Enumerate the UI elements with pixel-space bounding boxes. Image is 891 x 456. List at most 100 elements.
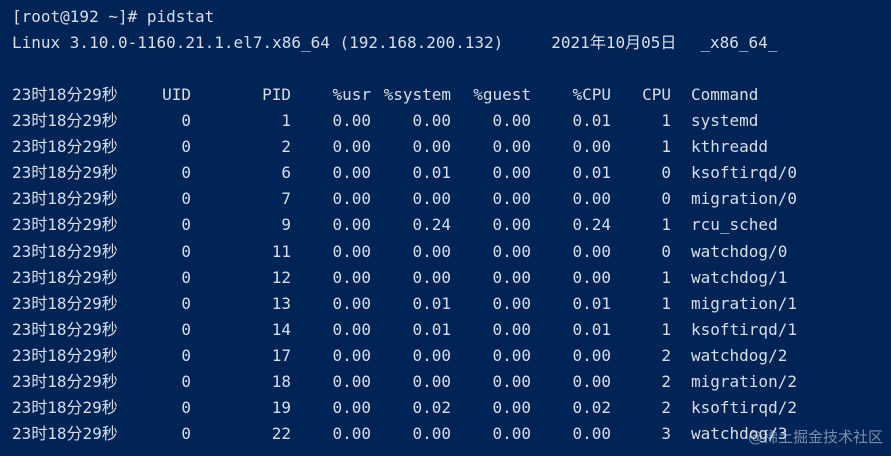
cell-system: 0.00 [412, 241, 451, 261]
cell-cpu: 1 [661, 215, 671, 235]
cell-usr: 0.00 [332, 345, 371, 365]
cell-guest: 0.00 [492, 372, 531, 391]
cell-command: migration/1 [691, 293, 797, 313]
cell-command: systemd [691, 111, 759, 130]
cell-pid: 2 [281, 137, 291, 157]
cell-usr: 0.00 [332, 424, 371, 444]
cell-uid: 0 [181, 163, 191, 183]
cell-pid: 22 [271, 424, 291, 444]
cell-command: watchdog/2 [691, 345, 788, 365]
kernel-info: Linux 3.10.0-1160.21.1.el7.x86_64 (192.1… [12, 33, 504, 52]
cell-guest: 0.00 [492, 398, 531, 418]
architecture: _x86_64_ [700, 33, 778, 52]
table-row: 23时18分29秒 0 13 0.00 0.01 0.00 0.01 1 migration/1 [0, 291, 891, 317]
cell-guest: 0.00 [492, 215, 531, 235]
cell-command: migration/2 [691, 372, 797, 391]
cell-cpu: 0 [661, 189, 671, 209]
cell-command: ksoftirqd/2 [691, 398, 797, 418]
header-guest: %guest [473, 85, 531, 104]
header-uid: UID [162, 85, 191, 104]
system-info-line: Linux 3.10.0-1160.21.1.el7.x86_64 (192.1… [12, 30, 777, 56]
cell-pid: 7 [281, 189, 291, 209]
cell-cpu: 1 [661, 319, 671, 339]
cell-uid: 0 [181, 267, 191, 287]
cell-system: 0.01 [412, 163, 451, 183]
cell-command: ksoftirqd/0 [691, 163, 797, 183]
cell-uid: 0 [181, 398, 191, 418]
cell-guest: 0.00 [492, 163, 531, 183]
table-row: 23时18分29秒 0 6 0.00 0.01 0.00 0.01 0 ksoftirqd/0 [0, 160, 891, 186]
terminal-window[interactable]: [root@192 ~]# pidstat Linux 3.10.0-1160.… [0, 0, 891, 456]
cell-command: migration/0 [691, 189, 797, 209]
table-row: 23时18分29秒 0 1 0.00 0.00 0.00 0.01 1 systemd [0, 108, 891, 134]
cell-system: 0.00 [412, 267, 451, 287]
cell-pid: 12 [271, 267, 291, 287]
cell-guest: 0.00 [492, 424, 531, 444]
cell-command: watchdog/0 [691, 241, 788, 261]
cell-time: 23时18分29秒 [12, 111, 118, 130]
table-row: 23时18分29秒 0 7 0.00 0.00 0.00 0.00 0 migration/0 [0, 186, 891, 212]
cell-system: 0.01 [412, 319, 451, 339]
cell-command: watchdog/1 [691, 267, 788, 287]
cell-guest: 0.00 [492, 267, 531, 287]
header-cpu-percent: %CPU [572, 85, 611, 104]
cell-guest: 0.00 [492, 319, 531, 339]
cell-cpu: 0 [661, 241, 671, 261]
cell-system: 0.02 [412, 398, 451, 418]
cell-command: rcu_sched [691, 215, 778, 235]
cell-guest: 0.00 [492, 189, 531, 209]
cell-usr: 0.00 [332, 398, 371, 418]
cell-time: 23时18分29秒 [12, 398, 118, 418]
cell-uid: 0 [181, 189, 191, 209]
cell-time: 23时18分29秒 [12, 345, 118, 365]
cell-cpu: 2 [661, 372, 671, 391]
cell-cpu: 1 [661, 111, 671, 130]
cell-guest: 0.00 [492, 345, 531, 365]
table-header: 23时18分29秒 UID PID %usr %system %guest %C… [0, 82, 891, 108]
cell-pid: 13 [271, 293, 291, 313]
cell-time: 23时18分29秒 [12, 241, 118, 261]
table-row: 23时18分29秒 0 2 0.00 0.00 0.00 0.00 1 kthreadd [0, 134, 891, 160]
cell-uid: 0 [181, 372, 191, 391]
shell-prompt-line: [root@192 ~]# pidstat [12, 7, 215, 26]
cell-guest: 0.00 [492, 241, 531, 261]
cell-cpu-percent: 0.00 [572, 241, 611, 261]
cell-uid: 0 [181, 241, 191, 261]
cell-guest: 0.00 [492, 137, 531, 157]
header-usr: %usr [332, 85, 371, 104]
cell-command: ksoftirqd/1 [691, 319, 797, 339]
cell-uid: 0 [181, 215, 191, 235]
cell-pid: 18 [271, 372, 291, 391]
cell-usr: 0.00 [332, 189, 371, 209]
cell-time: 23时18分29秒 [12, 163, 118, 183]
cell-cpu: 2 [661, 345, 671, 365]
cell-pid: 19 [271, 398, 291, 418]
cell-uid: 0 [181, 137, 191, 157]
table-row: 23时18分29秒 0 17 0.00 0.00 0.00 0.00 2 watchdog/2 [0, 343, 891, 369]
cell-guest: 0.00 [492, 111, 531, 130]
cell-pid: 11 [271, 241, 291, 261]
cell-pid: 14 [271, 319, 291, 339]
cell-usr: 0.00 [332, 215, 371, 235]
cell-cpu-percent: 0.00 [572, 267, 611, 287]
cell-command: kthreadd [691, 137, 769, 157]
cell-cpu: 3 [661, 424, 671, 444]
cell-system: 0.00 [412, 189, 451, 209]
cell-usr: 0.00 [332, 111, 371, 130]
header-system: %system [383, 85, 451, 104]
cell-cpu: 0 [661, 163, 671, 183]
cell-time: 23时18分29秒 [12, 372, 118, 391]
cell-cpu-percent: 0.02 [572, 398, 611, 418]
cell-cpu-percent: 0.01 [572, 111, 611, 130]
table-row: 23时18分29秒 0 18 0.00 0.00 0.00 0.00 2 migration/2 [0, 369, 891, 395]
cell-system: 0.00 [412, 111, 451, 130]
cell-system: 0.00 [412, 372, 451, 391]
cell-cpu: 1 [661, 293, 671, 313]
cell-pid: 1 [281, 111, 291, 130]
cell-cpu-percent: 0.01 [572, 319, 611, 339]
header-pid: PID [262, 85, 291, 104]
cell-uid: 0 [181, 345, 191, 365]
cell-time: 23时18分29秒 [12, 267, 118, 287]
cell-time: 23时18分29秒 [12, 293, 118, 313]
cell-uid: 0 [181, 293, 191, 313]
